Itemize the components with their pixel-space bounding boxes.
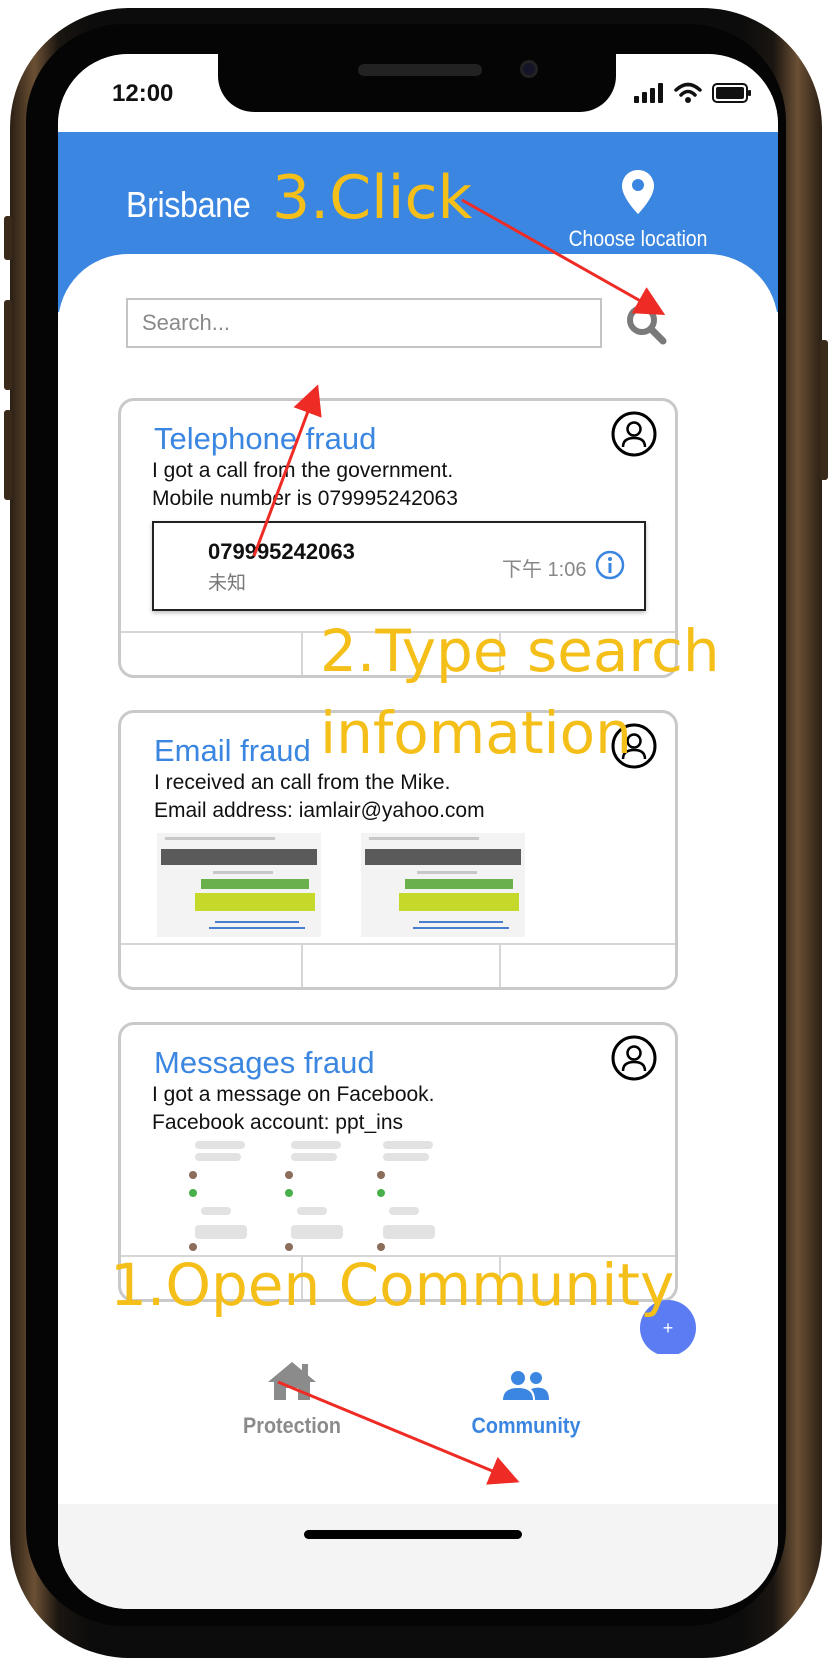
post-line: I received an call from the Mike.	[154, 771, 451, 794]
post-actions	[121, 943, 675, 987]
chat-avatar	[285, 1243, 293, 1251]
screenshot-line	[369, 837, 479, 840]
screenshot-link	[215, 921, 299, 923]
status-time: 12:00	[112, 80, 174, 107]
chat-avatar	[285, 1171, 293, 1179]
annotation-step-2-continued: infomation	[320, 699, 632, 767]
post-line: I got a call from the government.	[152, 459, 454, 482]
chat-avatar	[377, 1189, 385, 1197]
bottom-navigation: Protection Community	[58, 1354, 778, 1504]
post-title: Email fraud	[154, 733, 311, 768]
wifi-icon	[674, 82, 702, 103]
volume-down-button	[4, 410, 12, 500]
post-body: I received an call from the Mike. Email …	[154, 769, 485, 825]
location-pin-icon	[622, 170, 654, 214]
screenshot-link	[209, 927, 305, 929]
chat-avatar	[189, 1171, 197, 1179]
status-bar: 12:00	[58, 54, 778, 132]
post-body: I got a call from the government. Mobile…	[152, 457, 458, 513]
call-time: 下午 1:06	[502, 559, 587, 581]
info-icon	[595, 550, 625, 580]
chat-screenshot	[285, 1139, 349, 1255]
email-screenshot	[157, 833, 321, 937]
home-icon	[268, 1362, 316, 1400]
post-line: Mobile number is 079995242063	[152, 487, 458, 510]
screenshot-link	[419, 921, 503, 923]
chat-bubble	[383, 1141, 433, 1149]
chat-bubble	[389, 1207, 419, 1215]
chat-bubble	[291, 1141, 341, 1149]
chat-avatar	[377, 1171, 385, 1179]
front-camera	[520, 60, 538, 78]
chat-screenshot	[377, 1139, 441, 1255]
post-title: Messages fraud	[154, 1045, 375, 1080]
annotation-step-2: 2.Type search	[320, 617, 720, 685]
post-action-cell[interactable]	[303, 945, 501, 987]
chat-bubble	[383, 1153, 429, 1161]
chat-bubble	[195, 1153, 241, 1161]
chat-avatar	[377, 1243, 385, 1251]
user-avatar-icon[interactable]	[611, 411, 657, 457]
screenshot-link	[413, 927, 509, 929]
post-line: Facebook account: ppt_ins	[152, 1111, 403, 1134]
annotation-step-3: 3.Click	[272, 163, 473, 233]
chat-bubble	[291, 1225, 343, 1239]
chat-bubble	[297, 1207, 327, 1215]
screenshot-banner	[405, 879, 513, 889]
chat-bubble	[201, 1207, 231, 1215]
screenshot-banner	[195, 893, 315, 911]
chat-avatar	[285, 1189, 293, 1197]
screenshot-header-bar	[365, 849, 521, 865]
mute-switch	[4, 216, 12, 260]
nav-community-label: Community	[471, 1413, 581, 1438]
nav-protection[interactable]: Protection	[212, 1360, 372, 1470]
chat-bubble	[291, 1153, 337, 1161]
home-indicator	[304, 1530, 522, 1539]
chat-screenshot	[189, 1139, 253, 1255]
screenshot-header-bar	[161, 849, 317, 865]
current-city: Brisbane	[126, 184, 251, 225]
chat-bubble	[195, 1141, 245, 1149]
chat-avatar	[189, 1243, 197, 1251]
battery-icon	[712, 83, 751, 103]
community-icon	[503, 1371, 549, 1400]
screenshot-line	[165, 837, 275, 840]
speaker-grille	[358, 64, 482, 76]
email-screenshot	[361, 833, 525, 937]
call-log-screenshot: 079995242063 未知 下午 1:06	[152, 521, 646, 611]
post-action-cell[interactable]	[121, 633, 303, 675]
nav-protection-label: Protection	[243, 1413, 341, 1438]
cellular-signal-icon	[634, 83, 663, 103]
post-action-cell[interactable]	[121, 945, 303, 987]
call-number: 079995242063	[208, 539, 355, 564]
screenshot-banner	[201, 879, 309, 889]
search-input[interactable]	[126, 298, 602, 348]
screenshot-line	[213, 871, 273, 874]
post-title: Telephone fraud	[154, 421, 377, 456]
call-type: 未知	[208, 573, 247, 594]
phone-screen: 12:00 Brisbane Choose location Search...…	[58, 54, 778, 1609]
screenshot-line	[417, 871, 477, 874]
volume-up-button	[4, 300, 12, 390]
status-icons	[634, 82, 752, 104]
choose-location-label: Choose location	[568, 226, 708, 251]
post-body: I got a message on Facebook. Facebook ac…	[152, 1081, 435, 1137]
post-line: Email address: iamlair@yahoo.com	[154, 799, 485, 822]
nav-community[interactable]: Community	[446, 1370, 606, 1480]
search-icon[interactable]	[624, 302, 668, 346]
choose-location-button[interactable]: Choose location	[558, 168, 718, 258]
phone-notch	[218, 54, 616, 112]
power-button	[820, 340, 828, 480]
chat-bubble	[195, 1225, 247, 1239]
post-line: I got a message on Facebook.	[152, 1083, 435, 1106]
user-avatar-icon[interactable]	[611, 1035, 657, 1081]
screenshot-banner	[399, 893, 519, 911]
chat-avatar	[189, 1189, 197, 1197]
chat-bubble	[383, 1225, 435, 1239]
annotation-step-1: 1.Open Community	[110, 1251, 675, 1319]
